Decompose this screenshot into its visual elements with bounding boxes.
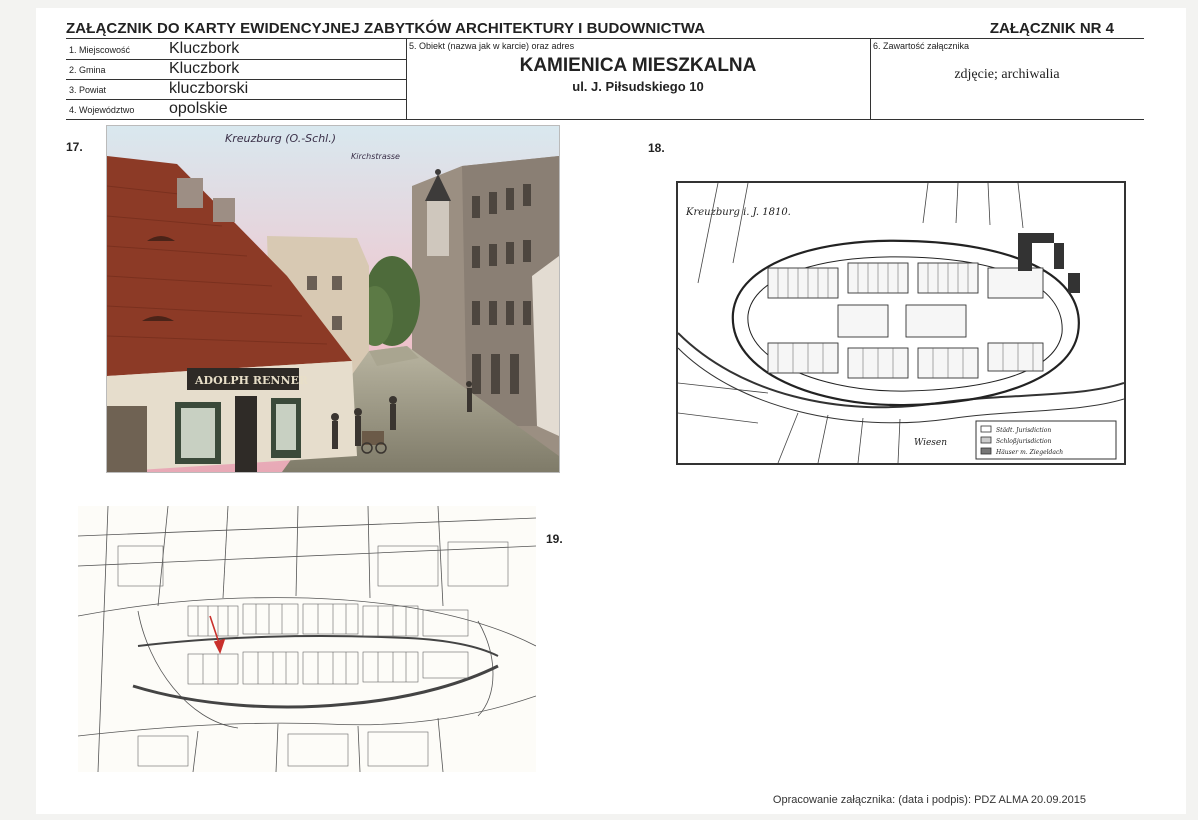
plan-wiesen-label: Wiesen (914, 438, 947, 448)
figure-17-number: 17. (66, 140, 83, 154)
field-voivodeship: 4. Województwo opolskie (66, 99, 406, 119)
plan-title: Kreuzburg i. J. 1810. (685, 207, 791, 218)
postcard-title: Kreuzburg (O.-Schl.) (225, 132, 336, 145)
historic-town-plan-1810: Kreuzburg i. J. 1810. Wiesen Städt. Juri… (676, 181, 1126, 465)
field-label: 2. Gmina (69, 65, 106, 75)
record-form: 1. Miejscowość Kluczbork 2. Gmina Kluczb… (66, 39, 1144, 120)
postcard-illustration: ADOLPH RENNER Kreuzburg (O.-Schl.) Kirch… (107, 126, 559, 472)
town-plan-illustration: Kreuzburg i. J. 1810. Wiesen Städt. Juri… (678, 183, 1124, 463)
field-locality: 1. Miejscowość Kluczbork (66, 39, 406, 60)
field-label: 1. Miejscowość (69, 45, 131, 55)
figure-19-number: 19. (546, 532, 563, 546)
attachment-number: ZAŁĄCZNIK NR 4 (989, 20, 1114, 37)
cadastral-map (78, 506, 536, 772)
contents-label: 6. Zawartość załącznika (873, 41, 970, 51)
prepared-by-note: Opracowanie załącznika: (data i podpis):… (772, 794, 1086, 806)
cadastral-map-illustration (78, 506, 536, 772)
object-name: KAMIENICA MIESZKALNA (519, 55, 757, 76)
object-field: 5. Obiekt (nazwa jak w karcie) oraz adre… (406, 39, 871, 119)
historic-postcard-photo: ADOLPH RENNER Kreuzburg (O.-Schl.) Kirch… (106, 125, 560, 473)
location-fields: 1. Miejscowość Kluczbork 2. Gmina Kluczb… (66, 39, 407, 119)
postcard-subtitle: Kirchstrasse (351, 152, 400, 161)
legend-item: Häuser m. Ziegeldach (995, 449, 1063, 456)
field-county: 3. Powiat kluczborski (66, 79, 406, 100)
field-value: Kluczbork (169, 40, 240, 57)
field-label: 4. Województwo (69, 105, 135, 115)
object-label: 5. Obiekt (nazwa jak w karcie) oraz adre… (409, 41, 575, 51)
figure-18-number: 18. (648, 141, 665, 155)
field-value: Kluczbork (169, 60, 240, 77)
field-label: 3. Powiat (69, 85, 107, 95)
field-commune: 2. Gmina Kluczbork (66, 59, 406, 80)
shop-sign-text: ADOLPH RENNER (194, 374, 309, 387)
object-address: ul. J. Piłsudskiego 10 (572, 79, 704, 94)
legend-item: Schloßjurisdiction (996, 438, 1052, 445)
field-value: opolskie (169, 100, 228, 117)
legend-item: Städt. Jurisdiction (996, 427, 1051, 434)
contents-field: 6. Zawartość załącznika zdjęcie; archiwa… (870, 39, 1144, 119)
field-value: kluczborski (169, 80, 249, 97)
contents-value: zdjęcie; archiwalia (954, 67, 1060, 82)
document-title: ZAŁĄCZNIK DO KARTY EWIDENCYJNEJ ZABYTKÓW… (66, 20, 706, 37)
attachment-sheet: ZAŁĄCZNIK DO KARTY EWIDENCYJNEJ ZABYTKÓW… (36, 8, 1186, 814)
